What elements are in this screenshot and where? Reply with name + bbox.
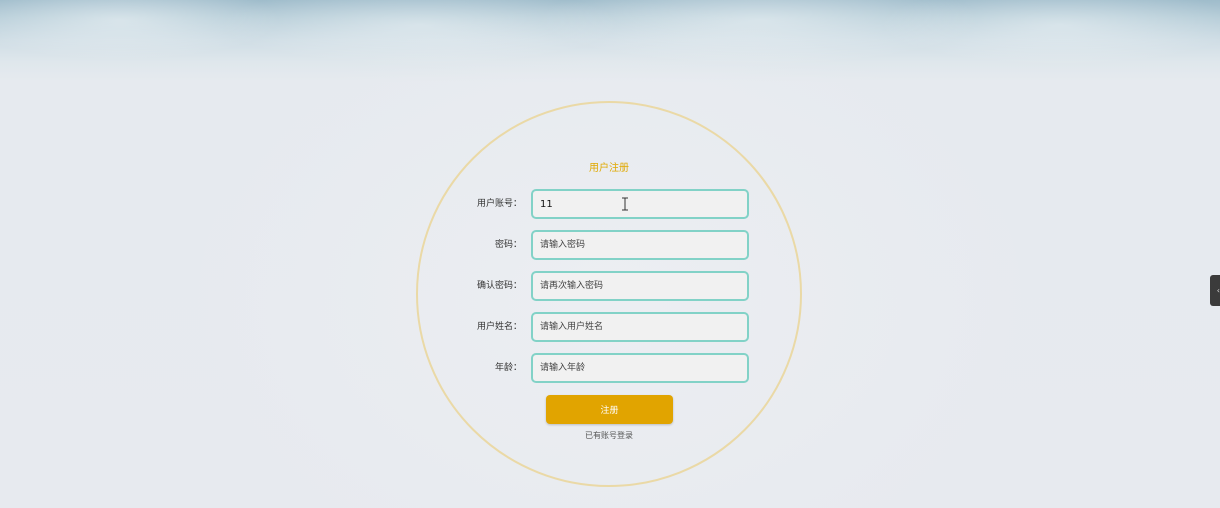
user-name-label: 用户姓名： xyxy=(476,322,522,332)
register-button[interactable]: 注册 xyxy=(546,395,673,424)
password-input[interactable] xyxy=(531,230,749,260)
age-input[interactable] xyxy=(531,353,749,383)
login-link[interactable]: 已有账号登录 xyxy=(560,430,658,441)
side-panel-toggle[interactable]: ‹ xyxy=(1210,275,1220,306)
account-input[interactable] xyxy=(531,189,749,219)
text-cursor-icon xyxy=(622,197,628,211)
confirm-password-label: 确认密码： xyxy=(476,281,522,291)
user-name-input[interactable] xyxy=(531,312,749,342)
form-title: 用户注册 xyxy=(589,163,629,174)
register-form: 用户注册 用户账号： 密码： 确认密码： 用户姓名： 年龄： 注册 已有账号登录 xyxy=(0,0,1220,508)
account-label: 用户账号： xyxy=(476,199,522,209)
age-label: 年龄： xyxy=(494,363,522,373)
confirm-password-input[interactable] xyxy=(531,271,749,301)
password-label: 密码： xyxy=(494,240,522,250)
